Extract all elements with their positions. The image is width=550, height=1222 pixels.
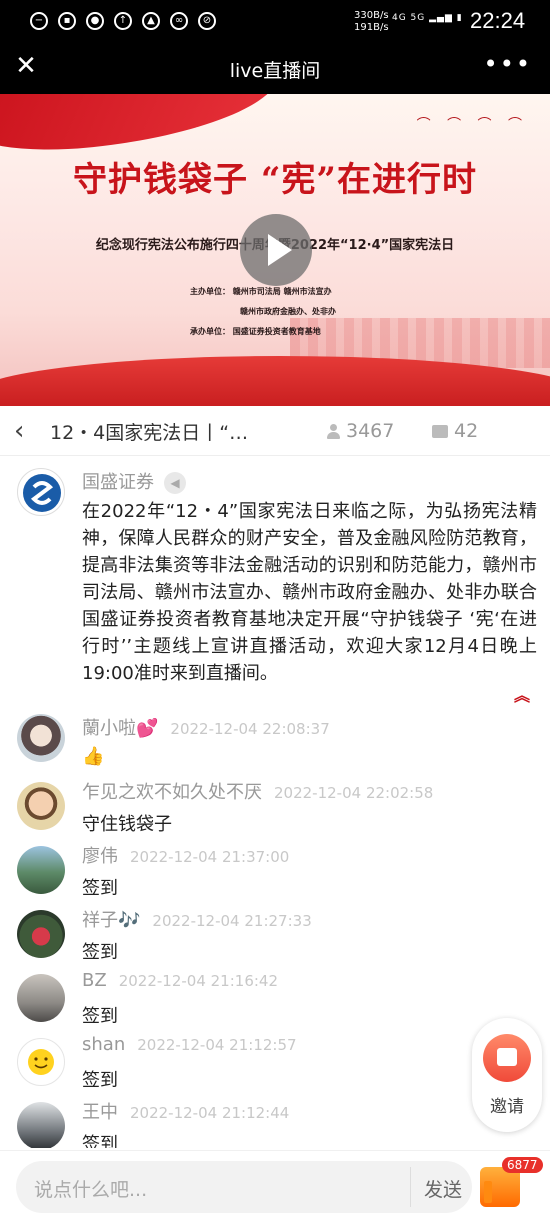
comment-author: 蘭小啦💕 [82,718,159,739]
divider [410,1167,411,1207]
comment-feed[interactable]: 国盛证券 ◀ 在2022年“12・4”国家宪法日来临之际，为弘扬宪法精神，保障人民… [0,456,550,1148]
signal-indicator: 4G 5G ▂▄▆ ▮ [392,13,463,23]
notification-icons: − ▪ ● ↑ ▲ ∞ ⊘ [30,12,216,30]
comment-input[interactable]: 说点什么吧... 发送 [16,1161,472,1213]
comment-time: 2022-12-04 22:02:58 [274,784,434,802]
announcement-text: 在2022年“12・4”国家宪法日来临之际，为弘扬宪法精神，保障人民群众的财产安… [82,501,537,684]
red-ribbon-decoration [0,94,284,161]
comment-header: 蘭小啦💕 2022-12-04 22:08:37 [82,714,330,740]
bottom-bar: 说点什么吧... 发送 6877 [0,1150,550,1222]
live-title[interactable]: 12・4国家宪法日丨“… [50,418,248,445]
red-wave-decoration [0,356,550,406]
comment-author: BZ [82,970,107,991]
comment-header: 乍见之欢不如久处不厌 2022-12-04 22:02:58 [82,778,433,804]
comment-text: 签到 [82,878,118,899]
comment-count[interactable]: 42 [432,420,478,442]
smiley-icon [28,1049,54,1075]
like-count-badge: 6877 [502,1157,543,1173]
comment-author: 廖伟 [82,846,118,867]
speaker-icon[interactable]: ◀ [164,472,186,494]
speed-down: 191B/s [354,22,389,33]
speed-up: 330B/s [354,10,389,21]
announcement-author: 国盛证券 ◀ [82,468,186,494]
image-icon: ▲ [142,12,160,30]
comment-time: 2022-12-04 21:37:00 [130,848,290,866]
comment-header: shan 2022-12-04 21:12:57 [82,1034,297,1055]
tv-icon: ▪ [58,12,76,30]
avatar[interactable] [17,714,65,762]
live-info-bar: ‹ 12・4国家宪法日丨“… 3467 42 [0,406,550,456]
comment-header: 廖伟 2022-12-04 21:37:00 [82,842,289,868]
network-type: 4G 5G [392,13,426,23]
viewer-count-value: 3467 [346,420,395,442]
comment-icon [432,424,448,438]
send-button[interactable]: 发送 [424,1175,462,1202]
banner-title: 守护钱袋子 “宪”在进行时 [73,160,477,200]
comment-text: 签到 [82,1006,118,1027]
banner-organizer: 主办单位： 赣州市司法局 赣州市法宣办 [190,287,332,296]
comment-time: 2022-12-04 21:12:57 [137,1036,297,1054]
comment-time: 2022-12-04 21:16:42 [118,972,278,990]
avatar[interactable] [17,1102,65,1148]
comment-input-placeholder: 说点什么吧... [34,1179,148,1201]
like-icon[interactable] [480,1167,520,1207]
comment-count-value: 42 [454,420,479,442]
avatar[interactable] [17,910,65,958]
clock: 22:24 [470,8,526,33]
status-bar: − ▪ ● ↑ ▲ ∞ ⊘ 330B/s 191B/s 4G 5G ▂▄▆ ▮ … [0,0,550,44]
viewers-icon [326,423,340,439]
comment-text: 签到 [82,1134,118,1148]
comment-text: 签到 [82,942,118,963]
nav-bar: ✕ live直播间 ••• [0,44,550,94]
page-title: live直播间 [229,60,321,82]
comment-header: BZ 2022-12-04 21:16:42 [82,970,278,991]
blocked-icon: ⊘ [198,12,216,30]
back-icon[interactable]: ‹ [14,416,24,446]
viewer-count: 3467 [326,420,394,442]
wechat-icon: ● [86,12,104,30]
network-speed: 330B/s 191B/s [354,10,389,34]
comment-text: 守住钱袋子 [82,814,172,835]
comment-time: 2022-12-04 21:27:33 [152,912,312,930]
guosheng-logo-icon [23,474,61,512]
infinity-icon: ∞ [170,12,188,30]
live-video-banner[interactable]: ⌒ ⌒ ⌒ ⌒ 守护钱袋子 “宪”在进行时 纪念现行宪法公布施行四十周年暨202… [0,94,550,406]
comment-text: 👍 [82,746,105,767]
invite-button[interactable]: 邀请 [472,1018,542,1132]
comment-author: 乍见之欢不如久处不厌 [82,782,262,803]
comment-author: shan [82,1034,126,1055]
birds-decoration: ⌒ ⌒ ⌒ ⌒ [416,117,528,133]
banner-organizer-2: 赣州市政府金融办、处非办 [240,307,336,316]
comment-text: 签到 [82,1070,118,1091]
comment-header: 王中 2022-12-04 21:12:44 [82,1098,289,1124]
comment-author: 王中 [82,1102,118,1123]
comment-header: 祥子🎶 2022-12-04 21:27:33 [82,906,312,932]
more-icon[interactable]: ••• [484,50,532,78]
avatar[interactable] [17,974,65,1022]
collapse-icon[interactable]: ︽ [514,682,530,706]
person-icon: ↑ [114,12,132,30]
invite-icon [483,1034,531,1082]
play-icon[interactable] [240,214,312,286]
avatar[interactable] [17,782,65,830]
comment-time: 2022-12-04 22:08:37 [170,720,330,738]
avatar[interactable] [17,1038,65,1086]
comment-time: 2022-12-04 21:12:44 [130,1104,290,1122]
author-name: 国盛证券 [82,472,154,493]
avatar[interactable] [17,846,65,894]
avatar[interactable] [17,468,65,516]
banner-co-organizer: 承办单位： 国盛证券投资者教育基地 [190,327,321,336]
comment-author: 祥子🎶 [82,910,141,931]
minus-icon: − [30,12,48,30]
invite-label: 邀请 [490,1097,524,1117]
